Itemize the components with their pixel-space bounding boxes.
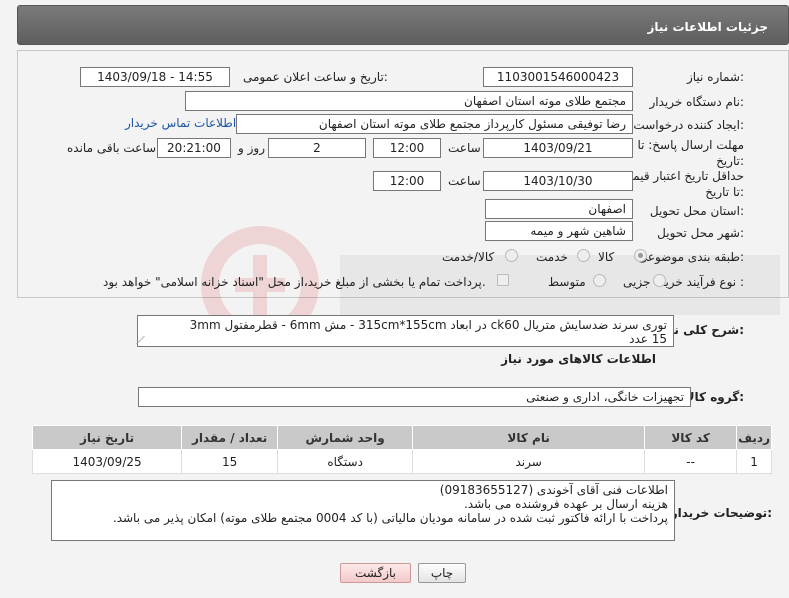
buyer-notes-line-1: اطلاعات فنی آقای آخوندی (09183655127) — [439, 483, 668, 497]
goods-section-title: اطلاعات کالاهای مورد نیاز — [501, 352, 656, 366]
back-button[interactable]: بازگشت — [340, 563, 411, 583]
process-radio-medium[interactable] — [593, 274, 606, 287]
buyer-notes-line-2: هزینه ارسال بر عهده فروشنده می باشد. — [463, 497, 668, 511]
buyer-notes-textarea[interactable]: اطلاعات فنی آقای آخوندی (09183655127) هز… — [51, 480, 675, 541]
col-qty: تعداد / مقدار — [181, 425, 279, 450]
validity-time-label: ساعت — [448, 174, 481, 188]
page-header: جزئیات اطلاعات نیاز — [17, 5, 789, 45]
process-option-medium: متوسط — [548, 275, 586, 289]
summary-textarea[interactable]: توری سرند ضدسایش متریال ck60 در ابعاد 31… — [136, 315, 674, 347]
price-validity-label: حداقل تاریخ اعتبار قیمت: تا تاریخ: — [617, 169, 744, 199]
treasury-payment-note: پرداخت تمام یا بخشی از مبلغ خرید،از محل … — [103, 275, 486, 289]
announce-label: تاریخ و ساعت اعلان عمومی: — [243, 70, 388, 84]
need-number-label: شماره نیاز: — [686, 70, 744, 84]
print-button[interactable]: چاپ — [418, 563, 466, 583]
days-label: روز و — [238, 141, 265, 155]
province-label: استان محل تحویل: — [649, 204, 744, 218]
category-radio-service[interactable] — [577, 249, 590, 262]
goods-table-header: ردیف کد کالا نام کالا واحد شمارش تعداد /… — [31, 425, 772, 450]
cell-row: 1 — [736, 449, 772, 474]
cell-qty: 15 — [181, 449, 279, 474]
reply-time-label: ساعت — [448, 141, 481, 155]
announce-field: 1403/09/18 - 14:55 — [80, 67, 230, 87]
buyer-notes-label: توضیحات خریدار: — [670, 506, 772, 520]
col-row: ردیف — [736, 425, 772, 450]
cell-name: سرند — [412, 449, 646, 474]
category-option-goods-service: کالا/خدمت — [442, 250, 495, 264]
col-name: نام کالا — [412, 425, 646, 450]
validity-time-field: 12:00 — [373, 171, 441, 191]
category-option-goods: کالا — [598, 250, 615, 264]
remaining-label: ساعت باقی مانده — [67, 141, 157, 155]
category-option-service: خدمت — [536, 250, 568, 264]
buyer-notes-line-3: پرداخت با ارائه فاکتور ثبت شده در سامانه… — [112, 511, 668, 525]
creator-field: رضا توفیقی مسئول کارپرداز مجتمع طلای موت… — [236, 114, 633, 134]
cell-code: -- — [644, 449, 738, 474]
page-title: جزئیات اطلاعات نیاز — [647, 20, 768, 34]
city-label: شهر محل تحویل: — [657, 226, 744, 240]
table-row: 1 -- سرند دستگاه 15 1403/09/25 — [31, 449, 772, 474]
summary-line-2: 15 عدد — [629, 332, 667, 346]
cell-date: 1403/09/25 — [31, 449, 183, 474]
buyer-org-label: نام دستگاه خریدار: — [649, 95, 745, 109]
col-date: تاریخ نیاز — [31, 425, 183, 450]
process-radio-minor[interactable] — [653, 274, 666, 287]
reply-days-field: 2 — [268, 138, 366, 158]
goods-table: ردیف کد کالا نام کالا واحد شمارش تعداد /… — [31, 425, 772, 474]
treasury-payment-checkbox[interactable] — [497, 274, 509, 286]
category-radio-goods[interactable] — [634, 249, 647, 262]
cell-unit: دستگاه — [277, 449, 414, 474]
remaining-time-field: 20:21:00 — [157, 138, 231, 158]
category-label: طبقه بندی موضوعی: — [637, 250, 744, 264]
creator-label: ایجاد کننده درخواست: — [633, 118, 744, 132]
process-option-minor: جزیی — [623, 275, 651, 289]
buyer-org-field: مجتمع طلای موته استان اصفهان — [185, 91, 633, 111]
reply-deadline-label: مهلت ارسال پاسخ: تا تاریخ: — [637, 138, 744, 168]
summary-line-1: توری سرند ضدسایش متریال ck60 در ابعاد 31… — [189, 318, 667, 332]
city-field: شاهین شهر و میمه — [485, 221, 633, 241]
validity-date-field: 1403/10/30 — [483, 171, 633, 191]
col-code: کد کالا — [644, 425, 738, 450]
buyer-contact-link[interactable]: اطلاعات تماس خریدار — [125, 116, 236, 130]
goods-group-field: تجهیزات خانگی، اداری و صنعتی — [138, 387, 691, 407]
process-label: نوع فرآیند خرید : — [659, 275, 744, 289]
province-field: اصفهان — [485, 199, 633, 219]
col-unit: واحد شمارش — [277, 425, 414, 450]
goods-group-label: گروه کالا: — [685, 390, 744, 404]
reply-time-field: 12:00 — [373, 138, 441, 158]
need-number-field: 1103001546000423 — [483, 67, 633, 87]
category-radio-goods-service[interactable] — [505, 249, 518, 262]
reply-date-field: 1403/09/21 — [483, 138, 633, 158]
